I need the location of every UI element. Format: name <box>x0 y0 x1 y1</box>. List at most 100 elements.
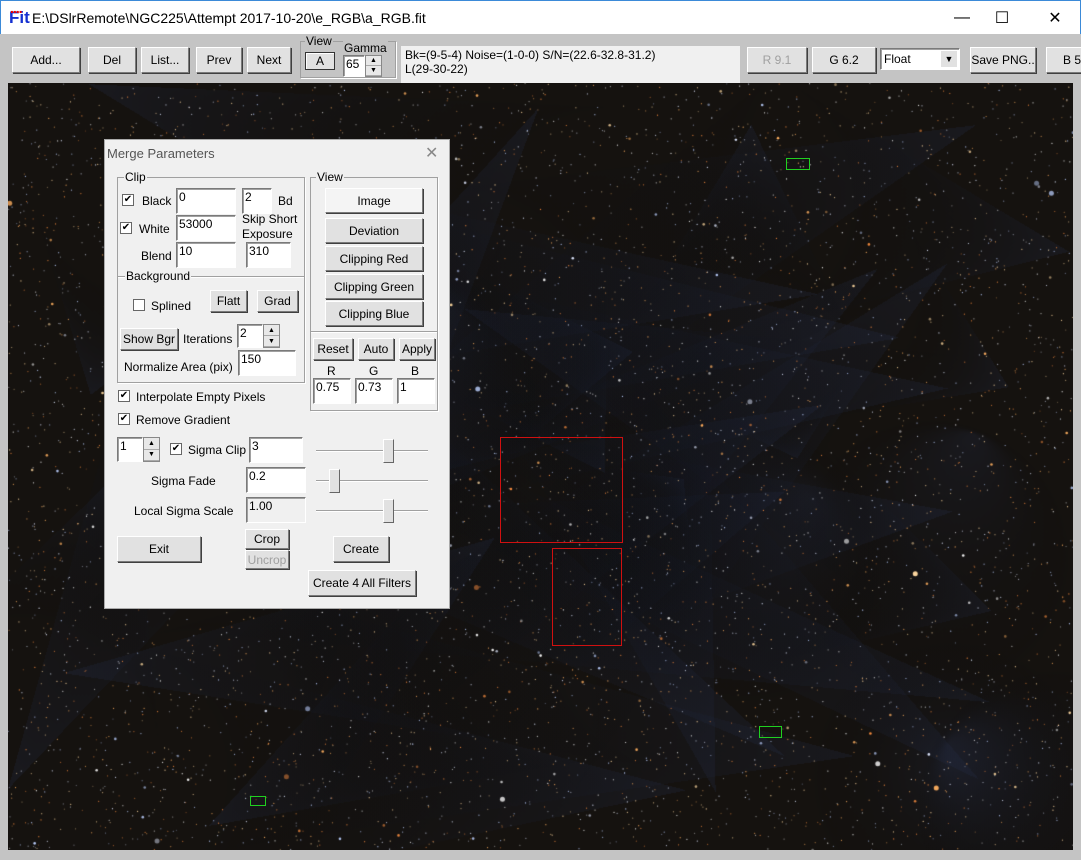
maximize-button[interactable]: ☐ <box>979 1 1025 34</box>
black-label: Black <box>142 194 172 208</box>
save-png-button[interactable]: Save PNG.. <box>970 47 1036 73</box>
sigma-fade-label: Sigma Fade <box>151 474 216 488</box>
window-title: E:\DSlrRemote\NGC225\Attempt 2017-10-20\… <box>32 10 426 26</box>
b-button[interactable]: B 5 <box>1046 47 1081 73</box>
sigma-clip-input[interactable]: 3 <box>249 437 303 463</box>
interpolate-label: Interpolate Empty Pixels <box>136 390 266 404</box>
gamma-label: Gamma <box>343 41 388 55</box>
skip-label-1: Skip Short <box>242 212 298 226</box>
gamma-input[interactable]: 65 <box>343 55 365 77</box>
slider-thumb[interactable] <box>383 499 395 523</box>
bd-label: Bd <box>278 194 293 208</box>
remove-gradient-checkbox[interactable]: ✔ <box>118 413 130 425</box>
view-label: View <box>305 34 333 48</box>
list-button[interactable]: List... <box>141 47 189 73</box>
slider-track <box>316 450 428 452</box>
splined-label: Splined <box>151 299 192 313</box>
black-checkbox[interactable]: ✔ <box>122 194 134 206</box>
add-button[interactable]: Add... <box>12 47 80 73</box>
flatt-button[interactable]: Flatt <box>210 290 247 312</box>
background-label: Background <box>125 269 192 283</box>
view-a-button[interactable]: A <box>305 52 335 70</box>
iterations-stepper[interactable]: ▲ ▼ <box>263 324 280 348</box>
exit-button[interactable]: Exit <box>117 536 201 562</box>
format-select[interactable]: Float ▼ <box>880 48 960 70</box>
reset-button[interactable]: Reset <box>313 338 353 360</box>
normalize-area-label: Normalize Area (pix) <box>124 360 233 374</box>
slider-track <box>316 510 428 512</box>
chevron-down-icon[interactable]: ▼ <box>941 51 957 67</box>
skip-short-exposure-label: Skip Short Exposure <box>242 212 297 242</box>
sigma-count-input[interactable]: 1 <box>117 437 143 462</box>
r-button[interactable]: R 9.1 <box>747 47 807 73</box>
skip-exposure-input[interactable]: 310 <box>246 242 291 268</box>
g-factor-input[interactable]: 0.73 <box>355 378 393 404</box>
blend-input[interactable]: 10 <box>176 242 236 268</box>
region-box[interactable] <box>500 437 623 543</box>
b-factor-input[interactable]: 1 <box>397 378 435 404</box>
interpolate-checkbox[interactable]: ✔ <box>118 390 130 402</box>
local-sigma-scale-slider[interactable] <box>316 498 428 524</box>
iterations-label: Iterations <box>183 332 233 346</box>
white-input[interactable]: 53000 <box>176 215 236 241</box>
sigma-count-stepper[interactable]: ▲ ▼ <box>143 437 160 462</box>
show-bgr-button[interactable]: Show Bgr <box>120 328 178 350</box>
create-button[interactable]: Create <box>333 536 389 562</box>
white-checkbox[interactable]: ✔ <box>120 222 132 234</box>
star-selection-box[interactable] <box>759 726 782 738</box>
stats-line-2: L(29-30-22) <box>405 62 468 76</box>
view-clipping-red-button[interactable]: Clipping Red <box>325 246 423 271</box>
normalize-area-input[interactable]: 150 <box>238 350 296 376</box>
clip-label: Clip <box>124 170 147 184</box>
create-all-filters-button[interactable]: Create 4 All Filters <box>308 570 416 596</box>
next-button[interactable]: Next <box>247 47 291 73</box>
view-clipping-green-button[interactable]: Clipping Green <box>325 274 423 299</box>
merge-parameters-dialog: Merge Parameters ✕ Clip ✔ Black 0 2 Bd ✔… <box>104 139 450 609</box>
star-selection-box[interactable] <box>786 158 810 170</box>
slider-thumb[interactable] <box>383 439 395 463</box>
app-icon: Fit <box>9 0 30 28</box>
g-label: G <box>369 364 379 378</box>
slider-thumb[interactable] <box>329 469 341 493</box>
sigma-fade-slider[interactable] <box>316 468 428 494</box>
view-deviation-button[interactable]: Deviation <box>325 218 423 243</box>
g-button[interactable]: G 6.2 <box>812 47 876 73</box>
auto-button[interactable]: Auto <box>358 338 394 360</box>
dialog-title: Merge Parameters <box>107 146 215 161</box>
gamma-stepper[interactable]: ▲ ▼ <box>365 55 382 77</box>
white-label: White <box>139 222 170 236</box>
iterations-input[interactable]: 2 <box>237 324 263 348</box>
skip-label-2: Exposure <box>242 227 293 241</box>
apply-button[interactable]: Apply <box>399 338 435 360</box>
black-input[interactable]: 0 <box>176 188 236 214</box>
region-box[interactable] <box>552 548 622 646</box>
r-label: R <box>327 364 336 378</box>
splined-checkbox[interactable] <box>133 299 145 311</box>
view-image-button[interactable]: Image <box>325 188 423 213</box>
format-select-value: Float <box>884 52 911 66</box>
sigma-clip-slider[interactable] <box>316 438 428 464</box>
dialog-close-icon[interactable]: ✕ <box>425 143 438 163</box>
title-bar: Fit E:\DSlrRemote\NGC225\Attempt 2017-10… <box>0 0 1081 34</box>
r-factor-input[interactable]: 0.75 <box>313 378 351 404</box>
view-group-label: View <box>316 170 344 184</box>
grad-button[interactable]: Grad <box>257 290 298 312</box>
b-label: B <box>411 364 420 378</box>
stats-readout: Bk=(9-5-4) Noise=(1-0-0) S/N=(22.6-32.8-… <box>401 46 740 84</box>
bd-input[interactable]: 2 <box>242 188 272 214</box>
star-selection-box[interactable] <box>250 796 266 806</box>
sigma-clip-label: Sigma Clip <box>188 443 247 457</box>
close-button[interactable]: ✕ <box>1032 1 1078 34</box>
prev-button[interactable]: Prev <box>196 47 242 73</box>
crop-button[interactable]: Crop <box>245 529 289 549</box>
view-clipping-blue-button[interactable]: Clipping Blue <box>325 301 423 326</box>
sigma-clip-checkbox[interactable]: ✔ <box>170 443 182 455</box>
blend-label: Blend <box>141 249 172 263</box>
local-sigma-scale-input: 1.00 <box>246 497 306 523</box>
sigma-fade-input[interactable]: 0.2 <box>246 467 306 493</box>
stats-line-1: Bk=(9-5-4) Noise=(1-0-0) S/N=(22.6-32.8-… <box>405 48 656 62</box>
del-button[interactable]: Del <box>88 47 136 73</box>
uncrop-button[interactable]: Uncrop <box>245 550 289 569</box>
local-sigma-scale-label: Local Sigma Scale <box>134 504 234 518</box>
remove-gradient-label: Remove Gradient <box>136 413 231 427</box>
